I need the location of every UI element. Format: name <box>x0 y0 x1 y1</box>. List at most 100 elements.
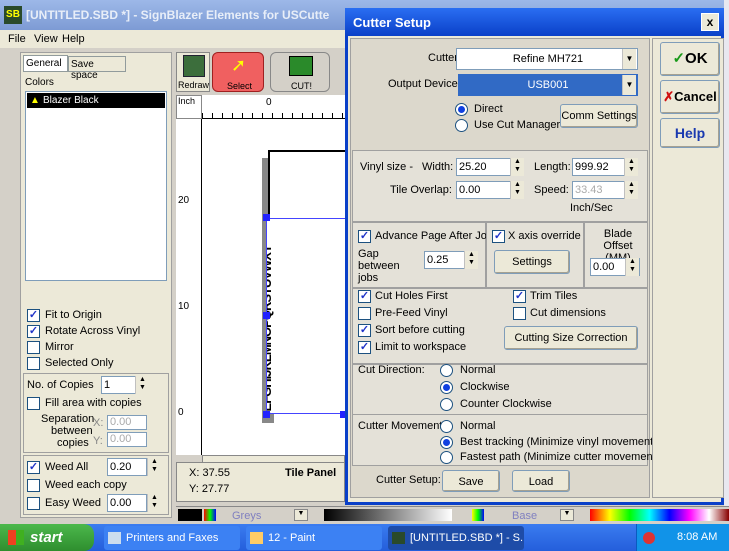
fit-to-origin-checkbox[interactable]: ✓ <box>27 309 40 322</box>
direct-radio[interactable] <box>455 103 468 116</box>
menu-bar: File View Help <box>0 30 345 48</box>
pre-feed-label: Pre-Feed Vinyl <box>375 307 448 319</box>
weed-each-checkbox[interactable] <box>27 479 40 492</box>
base-dropdown[interactable]: ▼ <box>560 509 574 521</box>
menu-view[interactable]: View <box>34 33 58 45</box>
taskbar-paint[interactable]: 12 - Paint <box>246 526 382 550</box>
selection-handle[interactable] <box>263 411 270 418</box>
taskbar-printers[interactable]: Printers and Faxes <box>104 526 240 550</box>
load-button[interactable]: Load <box>512 470 570 492</box>
cutting-size-correction-button[interactable]: Cutting Size Correction <box>504 326 638 350</box>
vinyl-text-object[interactable]: ABCDEFGHIJKLMNOPQRSTUVWXYZ <box>266 218 346 414</box>
limit-workspace-label: Limit to workspace <box>375 341 467 353</box>
cutter-select[interactable]: Refine MH721 <box>456 48 638 70</box>
mv-fast-label: Fastest path (Minimize cutter movement) <box>460 451 660 463</box>
sort-before-label: Sort before cutting <box>375 324 465 336</box>
tab-save-space[interactable]: Save space <box>68 56 126 81</box>
ok-button[interactable]: ✓OK <box>660 42 720 76</box>
mv-fast-radio[interactable] <box>440 451 453 464</box>
chevron-down-icon[interactable]: ▼ <box>622 49 636 69</box>
use-cut-manager-label: Use Cut Manager <box>474 119 561 131</box>
sep-y-input[interactable]: 0.00 <box>107 432 147 447</box>
help-button[interactable]: Help <box>660 118 720 148</box>
copies-label: No. of Copies <box>27 379 94 391</box>
output-select[interactable]: USB001 <box>458 74 638 96</box>
tile-overlap-label: Tile Overlap: <box>390 184 452 196</box>
x-axis-override-checkbox[interactable]: ✓ <box>492 230 505 243</box>
blade-offset-stepper[interactable]: ▲ ▼ <box>625 258 639 276</box>
ruler-corner: Inch <box>176 95 202 119</box>
top-ruler: 0 <box>202 95 345 119</box>
mv-normal-radio[interactable] <box>440 420 453 433</box>
use-cut-manager-radio[interactable] <box>455 119 468 132</box>
signblazer-icon <box>392 532 405 544</box>
copies-stepper[interactable]: ▲ ▼ <box>135 376 149 394</box>
black-swatch[interactable] <box>178 509 202 521</box>
sort-before-checkbox[interactable]: ✓ <box>358 324 371 337</box>
color-item-blazer-black[interactable]: ▲ Blazer Black <box>27 93 165 108</box>
fill-area-checkbox[interactable] <box>27 397 40 410</box>
settings-button[interactable]: Settings <box>494 250 570 274</box>
trim-tiles-checkbox[interactable]: ✓ <box>513 290 526 303</box>
rotate-across-vinyl-checkbox[interactable]: ✓ <box>27 325 40 338</box>
output-label: Output Device: <box>388 78 461 90</box>
weed-all-checkbox[interactable]: ✓ <box>27 461 40 474</box>
dir-ccw-radio[interactable] <box>440 398 453 411</box>
copies-word-label: copies <box>57 437 89 449</box>
app-logo: SB <box>4 6 22 24</box>
cutter-movement-label: Cutter Movement: <box>358 420 446 432</box>
weed-all-input[interactable]: 0.20 <box>107 458 147 476</box>
limit-workspace-checkbox[interactable]: ✓ <box>358 341 371 354</box>
printer-icon <box>108 532 121 544</box>
start-button[interactable]: start <box>0 524 94 551</box>
easy-weed-checkbox[interactable] <box>27 497 40 510</box>
close-button[interactable]: x <box>701 13 719 31</box>
cancel-button[interactable]: ✗Cancel <box>660 80 720 114</box>
advance-page-checkbox[interactable]: ✓ <box>358 230 371 243</box>
menu-file[interactable]: File <box>8 33 26 45</box>
cut-direction-label: Cut Direction: <box>358 364 425 376</box>
sep-x-input[interactable]: 0.00 <box>107 415 147 430</box>
tab-general[interactable]: General <box>23 55 68 72</box>
width-stepper[interactable]: ▲ ▼ <box>510 158 524 176</box>
cut-button[interactable]: CUT! <box>270 52 330 92</box>
mv-best-radio[interactable] <box>440 436 453 449</box>
dir-normal-radio[interactable] <box>440 364 453 377</box>
fill-area-label: Fill area with copies <box>45 397 142 409</box>
easy-weed-stepper[interactable]: ▲ ▼ <box>147 494 161 512</box>
weed-all-label: Weed All <box>45 461 89 473</box>
tile-overlap-stepper[interactable]: ▲ ▼ <box>510 181 524 199</box>
security-icon[interactable] <box>643 532 655 544</box>
coord-y: Y: 27.77 <box>189 483 230 495</box>
grey-swatches[interactable] <box>324 509 452 521</box>
selection-handle[interactable] <box>263 312 270 319</box>
separation-label: Separation <box>41 413 95 425</box>
length-stepper[interactable]: ▲ ▼ <box>624 158 638 176</box>
base-palette-icon[interactable] <box>472 509 484 521</box>
selected-only-checkbox[interactable] <box>27 357 40 370</box>
easy-weed-input[interactable]: 0.00 <box>107 494 147 512</box>
taskbar-signblazer[interactable]: [UNTITLED.SBD *] - S... <box>388 526 524 550</box>
mirror-checkbox[interactable] <box>27 341 40 354</box>
cut-dimensions-checkbox[interactable] <box>513 307 526 320</box>
speed-stepper[interactable]: ▲ ▼ <box>624 181 638 199</box>
cut-holes-checkbox[interactable]: ✓ <box>358 290 371 303</box>
dir-clockwise-radio[interactable] <box>440 381 453 394</box>
save-button[interactable]: Save <box>442 470 500 492</box>
chevron-down-icon[interactable]: ▼ <box>622 75 636 95</box>
greys-dropdown[interactable]: ▼ <box>294 509 308 521</box>
selection-handle[interactable] <box>263 214 270 221</box>
select-button[interactable]: ➚ Select <box>212 52 264 92</box>
palette-menu-icon[interactable] <box>204 509 216 521</box>
base-swatches[interactable] <box>590 509 729 521</box>
redraw-button[interactable]: Redraw <box>176 52 210 92</box>
comm-settings-button[interactable]: Comm Settings <box>560 104 638 128</box>
system-tray: 8:08 AM <box>636 524 729 551</box>
weed-all-stepper[interactable]: ▲ ▼ <box>147 458 161 476</box>
speed-label: Speed: <box>534 184 569 196</box>
pre-feed-checkbox[interactable] <box>358 307 371 320</box>
menu-help[interactable]: Help <box>62 33 85 45</box>
gap-stepper[interactable]: ▲ ▼ <box>464 251 478 269</box>
fit-to-origin-label: Fit to Origin <box>45 309 102 321</box>
coord-x: X: 37.55 <box>189 467 230 479</box>
